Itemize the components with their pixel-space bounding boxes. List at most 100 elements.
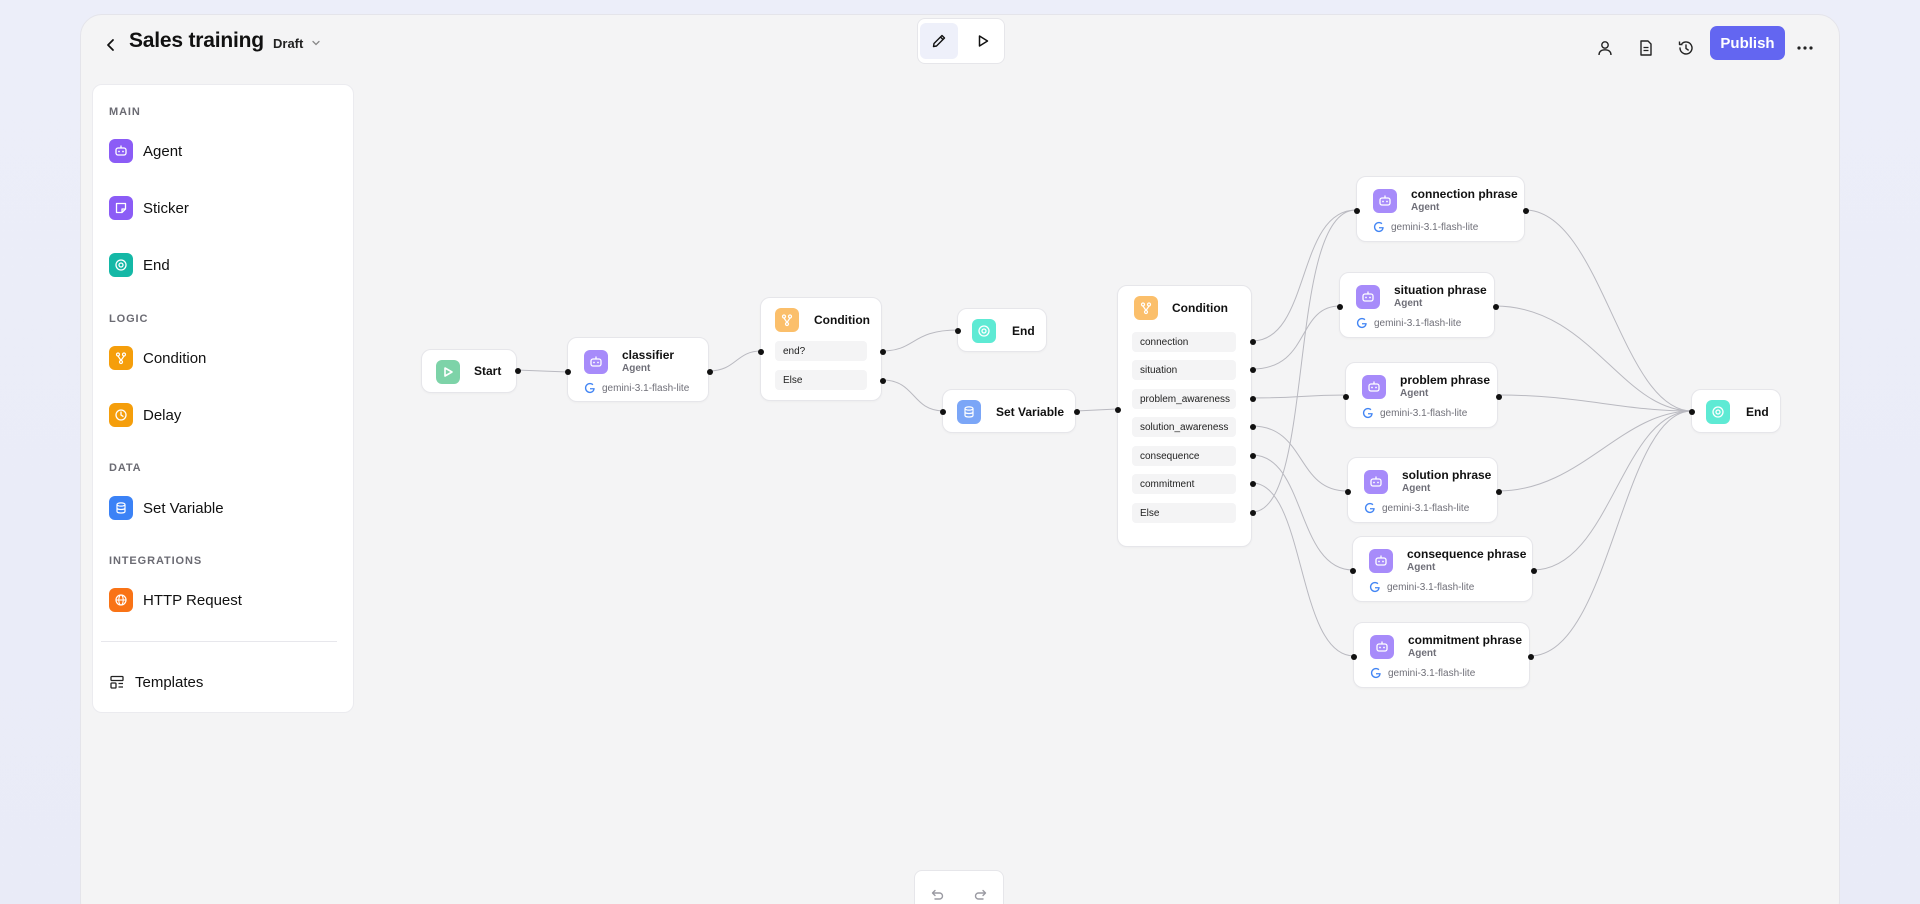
node-type: Agent [622,363,651,374]
output-port[interactable] [1496,394,1502,400]
sidebar-item-label: Delay [143,406,182,424]
commitment-phrase-node[interactable]: commitment phrase Agent gemini-3.1-flash… [1351,622,1534,688]
status-dropdown[interactable]: Draft [263,29,331,57]
more-button[interactable] [1794,37,1816,59]
back-button[interactable] [99,33,123,57]
output-port[interactable] [1250,481,1256,487]
classifier-node[interactable]: classifier Agent gemini-3.1-flash-lite [565,337,713,402]
undo-redo-bar [914,870,1004,904]
wire-problem-phrase [1251,394,1347,399]
sidebar-item-http-request[interactable]: HTTP Request [109,585,242,615]
solution-phrase-node[interactable]: solution phrase Agent gemini-3.1-flash-l… [1345,457,1502,523]
node-title: Set Variable [996,405,1065,419]
node-model: gemini-3.1-flash-lite [1362,407,1467,419]
publish-button[interactable]: Publish [1710,26,1785,60]
output-port[interactable] [1250,367,1256,373]
wire-else-connection [1251,209,1357,513]
input-port[interactable] [1350,568,1356,574]
chevron-left-icon [107,39,114,51]
run-mode-button[interactable] [964,23,1002,59]
robot-icon [1356,285,1380,309]
user-button[interactable] [1594,37,1616,59]
sidebar-item-delay[interactable]: Delay [109,400,181,430]
node-title: End [1746,405,1769,419]
undo-button[interactable] [920,878,954,904]
google-icon [1373,221,1384,233]
output-port[interactable] [1528,654,1534,660]
redo-button[interactable] [964,878,998,904]
input-port[interactable] [1115,407,1121,413]
situation-phrase-node[interactable]: situation phrase Agent gemini-3.1-flash-… [1337,272,1499,338]
node-type: Agent [1402,483,1431,494]
input-port[interactable] [955,328,961,334]
output-port[interactable] [1496,489,1502,495]
output-port[interactable] [515,368,521,374]
input-port[interactable] [758,349,764,355]
edit-mode-button[interactable] [920,23,958,59]
history-button[interactable] [1675,37,1697,59]
node-type: Agent [1400,388,1429,399]
branch-item: connection [1132,332,1236,352]
condition-node-2[interactable]: Condition connection situation problem_a… [1115,285,1256,547]
end-node-1[interactable]: End [955,308,1047,352]
output-port[interactable] [1250,396,1256,402]
input-port[interactable] [1343,394,1349,400]
sidebar-item-set-variable[interactable]: Set Variable [109,493,224,523]
output-port[interactable] [1523,208,1529,214]
connection-phrase-node[interactable]: connection phrase Agent gemini-3.1-flash… [1354,176,1529,242]
problem-phrase-node[interactable]: problem phrase Agent gemini-3.1-flash-li… [1343,362,1502,428]
model-name: gemini-3.1-flash-lite [1382,502,1470,514]
sidebar-item-templates[interactable]: Templates [109,667,203,697]
consequence-phrase-node[interactable]: consequence phrase Agent gemini-3.1-flas… [1350,536,1537,602]
node-title: End [1012,324,1035,338]
input-port[interactable] [940,409,946,415]
output-port[interactable] [1250,510,1256,516]
sidebar-item-agent[interactable]: Agent [109,136,182,166]
input-port[interactable] [1689,409,1695,415]
input-port[interactable] [1351,654,1357,660]
globe-icon [109,588,133,612]
output-port[interactable] [1250,339,1256,345]
start-node[interactable]: Start [421,349,521,393]
output-port[interactable] [1074,409,1080,415]
node-palette-sidebar: MAIN Agent Sticker End LOGIC Condition D… [92,84,354,713]
input-port[interactable] [1337,304,1343,310]
input-port[interactable] [1345,489,1351,495]
robot-icon [1373,189,1397,213]
output-port[interactable] [1531,568,1537,574]
stop-circle-icon [109,253,133,277]
output-port[interactable] [880,349,886,355]
output-port[interactable] [1250,453,1256,459]
branch-icon [109,346,133,370]
robot-icon [584,350,608,374]
input-port[interactable] [565,369,571,375]
node-type: Agent [1408,648,1437,659]
chevron-down-icon [312,40,320,46]
model-name: gemini-3.1-flash-lite [1374,317,1462,329]
model-name: gemini-3.1-flash-lite [1391,221,1479,233]
node-title: commitment phrase [1408,633,1523,647]
sidebar-divider [101,641,337,642]
sidebar-item-sticker[interactable]: Sticker [109,193,189,223]
document-button[interactable] [1635,37,1657,59]
section-label-data: DATA [109,462,142,474]
clock-icon [109,403,133,427]
condition-node-1[interactable]: Condition end? Else [758,297,886,401]
sidebar-item-condition[interactable]: Condition [109,343,206,373]
branch-icon [775,308,799,332]
play-icon [436,360,460,384]
output-port[interactable] [1250,424,1256,430]
google-icon [1369,581,1380,593]
database-icon [109,496,133,520]
output-port[interactable] [707,369,713,375]
input-port[interactable] [1354,208,1360,214]
output-port[interactable] [1493,304,1499,310]
output-port[interactable] [880,378,886,384]
wire-connection-end [1524,209,1693,412]
robot-icon [1369,549,1393,573]
set-variable-node[interactable]: Set Variable [940,389,1080,433]
sidebar-item-end[interactable]: End [109,250,170,280]
google-icon [1364,502,1375,514]
end-node-2[interactable]: End [1689,389,1781,433]
sidebar-item-label: Condition [143,349,207,367]
